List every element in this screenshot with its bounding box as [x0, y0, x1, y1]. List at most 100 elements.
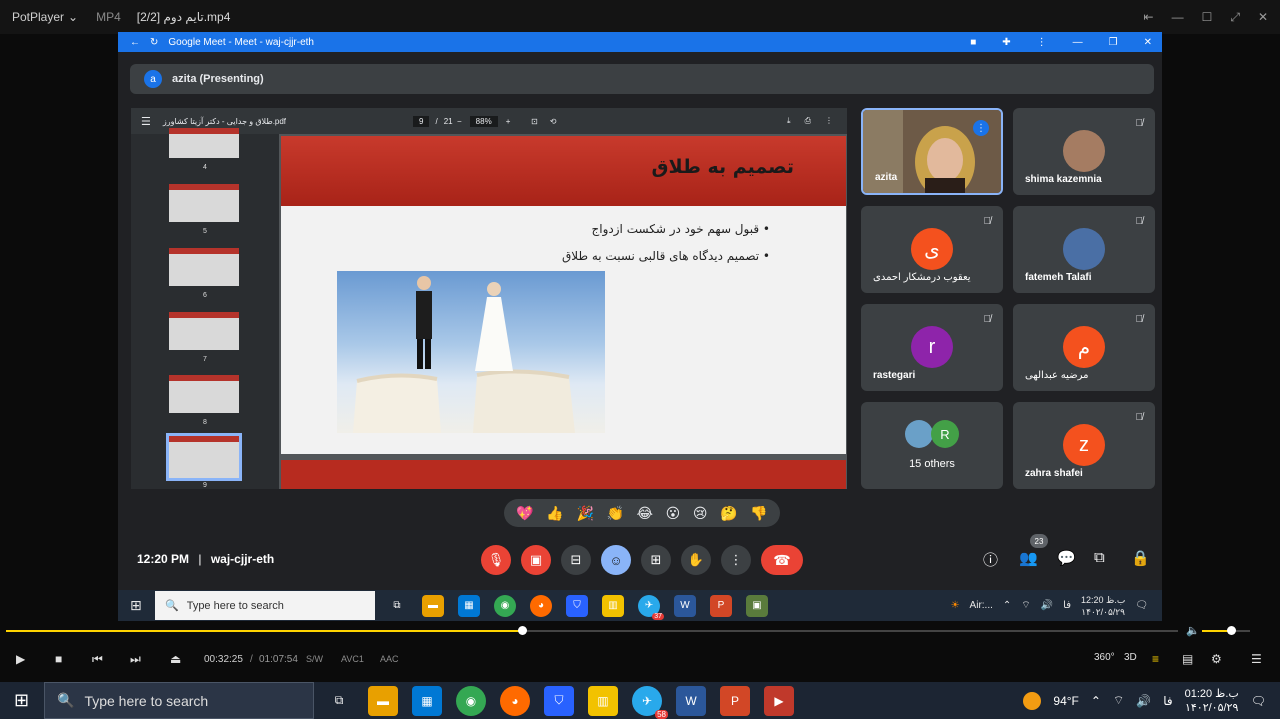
zoom-value[interactable]: 88% [469, 115, 498, 127]
taskbar-search[interactable]: 🔍 Type here to search [155, 591, 375, 620]
reaction-clap[interactable]: 👏 [607, 505, 624, 522]
seek-track[interactable] [522, 630, 1178, 632]
present-button[interactable]: ⊞ [641, 545, 671, 575]
tray-chevron-icon[interactable]: ⌃ [1091, 694, 1101, 708]
monitor-app-icon[interactable]: ▥ [588, 685, 618, 716]
word-icon[interactable]: W [674, 594, 696, 617]
participant-tile[interactable]: 🎙̸ z zahra shafei [1013, 402, 1155, 489]
reaction-laugh[interactable]: 😂 [637, 505, 653, 522]
powerpoint-icon[interactable]: P [710, 594, 732, 617]
thumbnail[interactable] [169, 184, 239, 222]
minimize-icon[interactable]: — [1073, 37, 1083, 48]
captions-button[interactable]: ⊟ [561, 545, 591, 575]
minimize-icon[interactable]: — [1172, 10, 1184, 24]
back-icon[interactable]: ← [130, 37, 140, 48]
download-icon[interactable]: ⤓ [787, 116, 791, 126]
taskbar-search[interactable]: 🔍 Type here to search [44, 682, 314, 719]
chrome-icon[interactable]: ◉ [494, 594, 516, 617]
network-icon[interactable]: ⌔ [1021, 599, 1030, 612]
equalizer-icon[interactable]: ≡ [1152, 652, 1159, 666]
menu-icon[interactable]: ☰ [141, 115, 151, 128]
telegram-icon[interactable]: ✈ 37 [638, 594, 664, 620]
network-icon[interactable]: ⌔ [1113, 693, 1124, 708]
taskbar-clock[interactable]: ب.ظ 12:20 ۱۴۰۲/۰۵/۲۹ [1081, 594, 1125, 618]
telegram-icon[interactable]: ✈ 58 [632, 685, 668, 719]
next-icon[interactable]: ⏭ [130, 652, 141, 667]
participant-tile[interactable]: 🎙̸ r rastegari [861, 304, 1003, 391]
pin-icon[interactable]: ⇤ [1144, 10, 1154, 24]
vr-360-icon[interactable]: 360° [1094, 652, 1115, 663]
windows-start-icon[interactable]: ⊞ [14, 690, 29, 711]
task-view-icon[interactable]: ⧉ [324, 686, 354, 716]
reaction-surprised[interactable]: 😮 [666, 505, 681, 522]
playlist-icon[interactable]: ▤ [1182, 652, 1193, 666]
reload-icon[interactable]: ↻ [150, 37, 158, 48]
participant-tile[interactable]: 🎙̸ ی یعقوب درمشکار احمدی [861, 206, 1003, 293]
thumbnail[interactable] [169, 375, 239, 413]
store-icon[interactable]: ▦ [458, 594, 480, 617]
emoji-button[interactable]: ☺ [601, 545, 631, 575]
reaction-thumbs-down[interactable]: 👎 [750, 505, 767, 522]
file-explorer-icon[interactable]: ▬ [368, 685, 398, 716]
activities-icon[interactable]: ⧉ [1094, 549, 1105, 566]
volume-icon[interactable]: 🔊 [1041, 600, 1053, 611]
menu-icon[interactable]: ☰ [1251, 652, 1262, 666]
reaction-sad[interactable]: 😢 [693, 505, 708, 522]
word-icon[interactable]: W [676, 685, 706, 716]
zoom-in-icon[interactable]: + [506, 117, 511, 126]
chrome-icon[interactable]: ◉ [456, 685, 486, 716]
reaction-thumbs-up[interactable]: 👍 [546, 505, 563, 522]
maximize-icon[interactable]: ☐ [1202, 10, 1213, 24]
3d-icon[interactable]: 3D [1124, 652, 1137, 663]
info-icon[interactable]: ⓘ [983, 549, 998, 570]
firefox-icon[interactable]: ◕ [500, 685, 530, 716]
photos-icon[interactable]: ▣ [746, 594, 768, 617]
others-tile[interactable]: R 15 others [861, 402, 1003, 489]
reaction-party[interactable]: 🎉 [576, 505, 593, 522]
weather-text[interactable]: Air:... [970, 600, 993, 611]
play-icon[interactable]: ▶ [16, 652, 25, 666]
more-icon[interactable]: ⋮ [1037, 37, 1047, 48]
thumbnail[interactable] [169, 312, 239, 350]
thumbnail[interactable] [169, 248, 239, 286]
more-icon[interactable]: ⋮ [825, 116, 833, 126]
zoom-out-icon[interactable]: − [457, 117, 462, 126]
extensions-icon[interactable]: ✚ [1002, 37, 1010, 48]
participant-tile[interactable]: ⋮ azita [861, 108, 1003, 195]
windows-start-icon[interactable]: ⊞ [130, 597, 142, 614]
keyboard-language[interactable]: فا [1163, 694, 1172, 708]
participant-tile[interactable]: 🎙̸ shima kazemnia [1013, 108, 1155, 195]
chat-icon[interactable]: 💬 [1057, 549, 1076, 567]
mic-button[interactable]: 🎙 [481, 545, 511, 575]
potplayer-icon[interactable]: ▶ [764, 685, 794, 716]
people-icon[interactable]: 👥 [1019, 549, 1038, 567]
more-options-button[interactable]: ⋮ [721, 545, 751, 575]
participant-tile[interactable]: 🎙̸ م مرضیه عبدالهی [1013, 304, 1155, 391]
settings-icon[interactable]: ⚙ [1211, 652, 1222, 666]
fit-page-icon[interactable]: ⊡ [531, 117, 538, 126]
taskbar-clock[interactable]: ب.ظ 01:20 ۱۴۰۲/۰۵/۲۹ [1185, 687, 1239, 715]
stop-icon[interactable]: ■ [55, 652, 62, 666]
tray-chevron-icon[interactable]: ⌃ [1003, 600, 1011, 611]
rotate-icon[interactable]: ⟲ [550, 117, 557, 126]
player-menu[interactable]: PotPlayer ⌄ [12, 10, 78, 24]
volume-handle[interactable] [1227, 626, 1236, 635]
reaction-heart[interactable]: 💖 [516, 505, 533, 522]
volume-icon[interactable]: 🔊 [1136, 694, 1151, 708]
participant-tile[interactable]: 🎙̸ fatemeh Talafi [1013, 206, 1155, 293]
thumbnail-selected[interactable] [166, 433, 242, 481]
close-icon[interactable]: ✕ [1258, 10, 1268, 24]
vpn-icon[interactable]: ⛉ [566, 594, 588, 617]
notifications-icon[interactable]: 🗨 [1135, 600, 1148, 611]
restore-icon[interactable]: ❐ [1109, 37, 1118, 48]
close-icon[interactable]: ✕ [1144, 37, 1152, 48]
speaker-icon[interactable]: 🔈 [1186, 624, 1200, 637]
leave-call-button[interactable]: ☎ [761, 545, 803, 575]
camera-icon[interactable]: ■ [970, 37, 976, 48]
thumbnail[interactable] [169, 128, 239, 158]
raise-hand-button[interactable]: ✋ [681, 545, 711, 575]
powerpoint-icon[interactable]: P [720, 685, 750, 716]
task-view-icon[interactable]: ⧉ [386, 595, 408, 617]
seek-handle[interactable] [518, 626, 527, 635]
eject-icon[interactable]: ⏏ [170, 652, 181, 666]
